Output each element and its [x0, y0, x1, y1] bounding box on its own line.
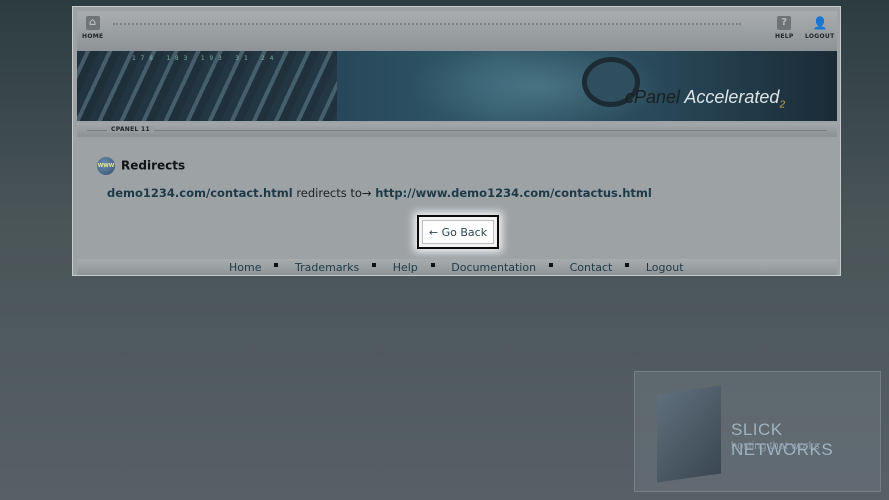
go-back-button[interactable]: ← Go Back — [422, 220, 494, 244]
help-nav-button[interactable]: ? HELP — [775, 16, 794, 40]
breadcrumb-label[interactable]: CPANEL 11 — [107, 126, 154, 133]
footer-link-logout[interactable]: Logout — [646, 261, 684, 274]
main-content: WWW Redirects demo1234.com/contact.html r… — [77, 137, 837, 259]
server-tower-icon — [657, 385, 721, 483]
user-icon: 👤 — [812, 16, 828, 30]
footer-link-documentation[interactable]: Documentation — [451, 261, 536, 274]
top-navigation-bar: ⌂ HOME ? HELP 👤 LOGOUT — [77, 11, 837, 51]
source-url-link[interactable]: demo1234.com/contact.html — [107, 186, 293, 200]
footer-link-contact[interactable]: Contact — [570, 261, 613, 274]
home-nav-button[interactable]: ⌂ HOME — [82, 16, 103, 40]
brand-version: 2 — [779, 99, 786, 111]
redirect-summary: demo1234.com/contact.html redirects to→ … — [107, 186, 652, 200]
footer-links: Home Trademarks Help Documentation Conta… — [220, 261, 693, 274]
redirect-text: redirects to→ — [296, 186, 372, 200]
footer-link-help[interactable]: Help — [393, 261, 418, 274]
home-icon: ⌂ — [85, 16, 100, 30]
breadcrumb: CPANEL 11 — [77, 123, 837, 137]
footer-link-home[interactable]: Home — [229, 261, 261, 274]
brand-suffix: Accelerated — [684, 87, 780, 107]
www-globe-icon: WWW — [97, 157, 115, 175]
help-nav-label: HELP — [775, 33, 794, 40]
cpanel-window: ⌂ HOME ? HELP 👤 LOGOUT 178 183 193 31 24… — [72, 6, 841, 276]
banner-digits: 178 183 193 31 24 — [132, 55, 279, 62]
go-back-highlight: ← Go Back — [417, 215, 499, 249]
slick-networks-watermark: SLICK NETWORKS hosting that works — [634, 371, 881, 492]
help-icon: ? — [777, 16, 792, 30]
target-url-link[interactable]: http://www.demo1234.com/contactus.html — [375, 186, 652, 200]
footer-link-trademarks[interactable]: Trademarks — [295, 261, 359, 274]
logout-nav-button[interactable]: 👤 LOGOUT — [805, 16, 835, 40]
nav-divider — [113, 23, 741, 27]
page-title: WWW Redirects — [97, 157, 185, 175]
cpanel-logo-text: cPanel Accelerated2 — [625, 87, 785, 111]
page-title-text: Redirects — [121, 158, 186, 173]
footer-nav: Home Trademarks Help Documentation Conta… — [77, 259, 837, 275]
brand-name: cPanel — [625, 87, 681, 107]
cpanel-banner: 178 183 193 31 24 cPanel Accelerated2 — [77, 51, 837, 121]
logout-nav-label: LOGOUT — [805, 33, 835, 40]
watermark-tagline: hosting that works — [731, 440, 820, 452]
home-nav-label: HOME — [82, 33, 104, 40]
